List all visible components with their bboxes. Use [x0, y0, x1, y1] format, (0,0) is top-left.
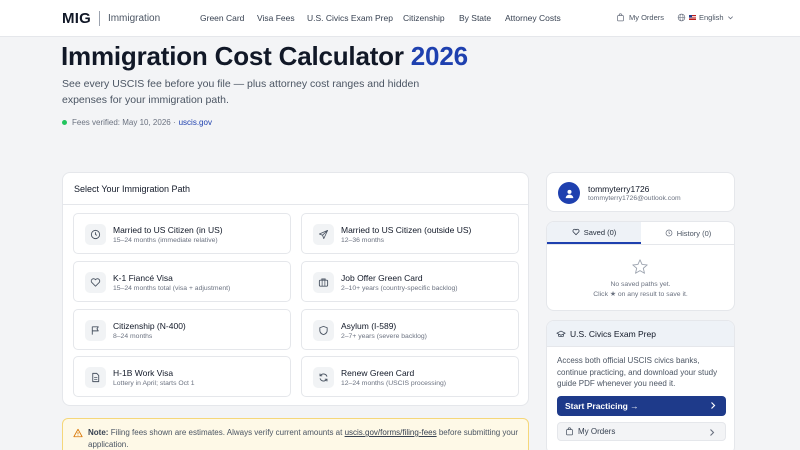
- nav-link-by-state[interactable]: By State: [459, 13, 491, 23]
- nav-link-civics-exam-prep[interactable]: U.S. Civics Exam Prep: [307, 13, 393, 23]
- path-option-citizenship[interactable]: Citizenship (N-400) 8–24 months: [73, 309, 291, 350]
- bag-icon: [616, 13, 625, 22]
- path-option-title: Job Offer Green Card: [341, 273, 423, 283]
- path-option-timeline: 2–7+ years (severe backlog): [341, 333, 427, 340]
- my-orders-button-label: My Orders: [578, 427, 616, 436]
- path-option-title: K-1 Fiancé Visa: [113, 273, 173, 283]
- path-option-title: H-1B Work Visa: [113, 368, 174, 378]
- empty-state-hint: Click ★ on any result to save it.: [593, 291, 688, 298]
- nav-link-citizenship[interactable]: Citizenship: [403, 13, 445, 23]
- path-option-k1-fiance[interactable]: K-1 Fiancé Visa 15–24 months total (visa…: [73, 261, 291, 302]
- start-practicing-label: Start Practicing →: [565, 401, 639, 411]
- my-orders-link[interactable]: My Orders: [616, 13, 664, 22]
- empty-state-title: No saved paths yet.: [610, 281, 671, 288]
- page-subtitle: See every USCIS fee before you file — pl…: [62, 78, 420, 106]
- bag-icon: [565, 427, 574, 436]
- graduation-cap-icon: [556, 329, 566, 339]
- path-option-timeline: 15–24 months (immediate relative): [113, 237, 218, 244]
- path-option-timeline: 8–24 months: [113, 333, 153, 340]
- start-practicing-button[interactable]: Start Practicing →: [557, 396, 726, 416]
- document-icon: [85, 367, 106, 388]
- plane-icon: [313, 224, 334, 245]
- path-option-title: Married to US Citizen (outside US): [341, 225, 472, 235]
- nav-link-green-card[interactable]: Green Card: [200, 13, 244, 23]
- shield-icon: [313, 320, 334, 341]
- chevron-down-icon: [727, 14, 734, 21]
- chevron-right-icon: [708, 428, 716, 437]
- path-option-title: Asylum (I-589): [341, 321, 397, 331]
- path-option-timeline: 12–24 months (USCIS processing): [341, 380, 447, 387]
- divider: [547, 244, 734, 245]
- path-option-asylum[interactable]: Asylum (I-589) 2–7+ years (severe backlo…: [301, 309, 519, 350]
- tab-history[interactable]: History (0): [641, 222, 734, 244]
- fees-verified-text: Fees verified: May 10, 2026 ·: [72, 118, 176, 127]
- saved-history-card: Saved (0) History (0) No saved paths yet…: [546, 221, 735, 311]
- brand-logo[interactable]: MIG: [62, 10, 91, 27]
- page-title-year: 2026: [410, 41, 468, 71]
- tab-saved[interactable]: Saved (0): [547, 222, 641, 244]
- path-option-renew-green-card[interactable]: Renew Green Card 12–24 months (USCIS pro…: [301, 356, 519, 397]
- path-option-timeline: Lottery in April; starts Oct 1: [113, 380, 195, 387]
- page-title: Immigration Cost Calculator 2026: [61, 41, 468, 72]
- heart-icon: [572, 228, 580, 236]
- tab-history-label: History (0): [676, 228, 712, 238]
- path-option-married-outside-us[interactable]: Married to US Citizen (outside US) 12–36…: [301, 213, 519, 254]
- warning-icon: [73, 428, 83, 438]
- verified-status-dot: [62, 120, 67, 125]
- brand-name[interactable]: Immigration: [108, 13, 160, 24]
- path-option-title: Renew Green Card: [341, 368, 415, 378]
- path-option-timeline: 2–10+ years (country-specific backlog): [341, 285, 458, 292]
- uscis-source-link[interactable]: uscis.gov: [179, 118, 212, 127]
- tab-saved-label: Saved (0): [583, 227, 617, 237]
- heart-icon: [85, 272, 106, 293]
- fees-verified: Fees verified: May 10, 2026 · uscis.gov: [62, 118, 212, 127]
- path-option-job-offer[interactable]: Job Offer Green Card 2–10+ years (countr…: [301, 261, 519, 302]
- user-name: tommyterry1726: [588, 184, 650, 194]
- chevron-right-icon: [709, 401, 717, 410]
- path-option-married-in-us[interactable]: Married to US Citizen (in US) 15–24 mont…: [73, 213, 291, 254]
- note-text-before: Filing fees shown are estimates. Always …: [110, 428, 343, 437]
- path-option-h1b[interactable]: H-1B Work Visa Lottery in April; starts …: [73, 356, 291, 397]
- user-email: tommyterry1726@outlook.com: [588, 195, 681, 202]
- path-option-title: Citizenship (N-400): [113, 321, 186, 331]
- language-selector[interactable]: English: [677, 13, 734, 22]
- nav-link-visa-fees[interactable]: Visa Fees: [257, 13, 295, 23]
- language-label: English: [699, 13, 724, 22]
- flag-icon: [85, 320, 106, 341]
- civics-exam-prep-card: U.S. Civics Exam Prep Access both offici…: [546, 320, 735, 450]
- avatar[interactable]: [558, 182, 580, 204]
- briefcase-icon: [313, 272, 334, 293]
- note-text: Note: Filing fees shown are estimates. A…: [88, 427, 518, 450]
- civics-card-header: U.S. Civics Exam Prep: [547, 321, 734, 347]
- divider: [63, 204, 528, 205]
- my-orders-label: My Orders: [629, 13, 665, 22]
- user-icon: [565, 189, 573, 198]
- uscis-fees-link[interactable]: uscis.gov/forms/filing-fees: [345, 428, 437, 437]
- user-card: tommyterry1726 tommyterry1726@outlook.co…: [546, 172, 735, 212]
- refresh-icon: [313, 367, 334, 388]
- star-icon: [631, 258, 649, 276]
- us-flag-icon: [689, 15, 696, 20]
- path-option-timeline: 15–24 months total (visa + adjustment): [113, 285, 231, 292]
- path-option-timeline: 12–36 months: [341, 237, 385, 244]
- clock-icon: [85, 224, 106, 245]
- my-orders-button[interactable]: My Orders: [557, 422, 726, 441]
- path-option-title: Married to US Citizen (in US): [113, 225, 223, 235]
- page-title-text: Immigration Cost Calculator: [61, 41, 404, 71]
- immigration-path-card: Select Your Immigration Path Married to …: [62, 172, 529, 406]
- civics-card-title: U.S. Civics Exam Prep: [570, 329, 656, 339]
- brand[interactable]: MIG Immigration: [62, 10, 160, 27]
- fees-note: Note: Filing fees shown are estimates. A…: [62, 418, 529, 450]
- brand-divider: [98, 11, 100, 26]
- civics-card-description: Access both official USCIS civics banks,…: [557, 356, 718, 388]
- path-card-title: Select Your Immigration Path: [74, 184, 191, 194]
- note-label: Note:: [88, 428, 109, 437]
- clock-icon: [665, 229, 673, 237]
- nav-link-attorney-costs[interactable]: Attorney Costs: [505, 13, 561, 23]
- top-navigation-bar: MIG Immigration Green Card Visa Fees U.S…: [0, 0, 800, 37]
- globe-icon: [677, 13, 686, 22]
